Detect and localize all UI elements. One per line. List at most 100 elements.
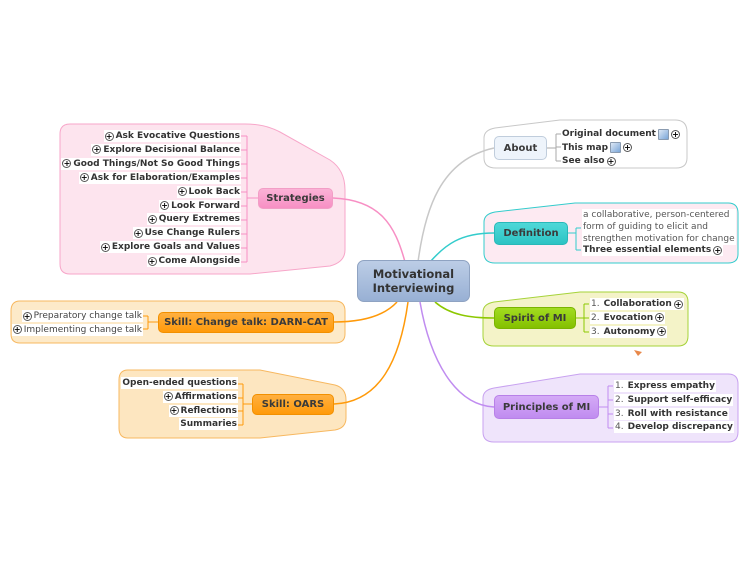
item-number: 1. [591, 299, 600, 309]
principles-item[interactable]: 3. Roll with resistance [614, 407, 729, 420]
strategies-item[interactable]: + Look Back [176, 185, 241, 198]
item-label: Reflections [180, 405, 237, 416]
expand-plus-icon[interactable]: + [12, 325, 22, 334]
expand-plus-icon[interactable]: + [92, 145, 102, 155]
item-label: Summaries [180, 419, 237, 430]
expand-plus-icon[interactable]: + [100, 242, 110, 252]
item-label: Autonomy [603, 326, 656, 337]
topic-darn-cat[interactable]: Skill: Change talk: DARN-CAT [158, 312, 334, 333]
expand-plus-icon[interactable]: + [655, 313, 665, 323]
topic-darn-cat-label: Skill: Change talk: DARN-CAT [164, 317, 328, 328]
oars-item[interactable]: Open-ended questions [121, 377, 238, 389]
item-label: Good Things/Not So Good Things [73, 158, 240, 169]
strategies-item[interactable]: + Use Change Rulers [132, 227, 241, 240]
item-label: Preparatory change talk [33, 311, 142, 321]
item-label: Use Change Rulers [144, 228, 240, 239]
expand-plus-icon[interactable]: + [163, 392, 173, 402]
expand-plus-icon[interactable]: + [147, 256, 157, 266]
principles-item[interactable]: 1. Express empathy [614, 380, 716, 392]
topic-strategies[interactable]: Strategies [258, 188, 333, 209]
spirit-item[interactable]: 3. Autonomy + [590, 325, 668, 338]
strategies-item[interactable]: + Look Forward [159, 199, 241, 212]
item-label: Ask for Elaboration/Examples [90, 172, 240, 183]
topic-spirit-label: Spirit of MI [503, 312, 567, 324]
central-topic-line1: Motivational [372, 267, 455, 281]
strategies-item[interactable]: + Good Things/Not So Good Things [61, 157, 241, 170]
strategies-item[interactable]: + Query Extremes [146, 213, 241, 226]
expand-plus-icon[interactable]: + [147, 214, 157, 224]
item-number: 3. [615, 408, 624, 419]
item-label: Support self-efficacy [627, 394, 733, 405]
central-topic[interactable]: Motivational Interviewing [357, 260, 470, 302]
definition-text-line: form of guiding to elicit and [583, 222, 708, 232]
strategies-item[interactable]: + Explore Decisional Balance [91, 143, 241, 156]
expand-plus-icon[interactable]: + [104, 131, 114, 141]
topic-oars[interactable]: Skill: OARS [252, 394, 334, 415]
topic-about-label: About [503, 142, 538, 154]
about-item[interactable]: Original document + [561, 128, 681, 140]
item-label: Original document [562, 129, 656, 139]
expand-plus-icon[interactable]: + [79, 173, 89, 183]
expand-plus-icon[interactable]: + [177, 187, 187, 197]
item-label: Look Forward [171, 200, 240, 211]
branch-about [417, 147, 495, 263]
oars-item[interactable]: Summaries [179, 418, 238, 431]
expand-plus-icon[interactable]: + [670, 129, 680, 139]
item-number: 1. [615, 381, 624, 391]
item-label: Open-ended questions [122, 378, 237, 388]
spirit-item[interactable]: 2. Evocation + [590, 311, 666, 324]
topic-principles-label: Principles of MI [502, 401, 591, 413]
item-label: Explore Decisional Balance [103, 144, 240, 155]
definition-text-line: a collaborative, person-centered [583, 210, 730, 220]
topic-about[interactable]: About [494, 136, 547, 160]
item-label: See also [562, 156, 605, 166]
about-item[interactable]: This map + [561, 141, 634, 154]
item-number: 2. [591, 312, 600, 323]
expand-plus-icon[interactable]: + [169, 406, 179, 416]
item-label: Query Extremes [158, 214, 240, 225]
strategies-item[interactable]: + Explore Goals and Values [99, 241, 241, 254]
oars-item[interactable]: + Reflections [168, 404, 238, 417]
topic-definition[interactable]: Definition [494, 222, 568, 245]
topic-strategies-label: Strategies [266, 193, 325, 204]
item-number: 3. [591, 326, 600, 337]
item-number: 4. [615, 422, 624, 433]
definition-text: a collaborative, person-centered form of… [582, 209, 736, 245]
flag-marker-icon [634, 350, 642, 356]
strategies-item[interactable]: + Ask Evocative Questions [103, 130, 241, 142]
item-label: Affirmations [174, 391, 237, 402]
item-number: 2. [615, 394, 624, 405]
note-icon[interactable] [610, 142, 622, 153]
principles-item[interactable]: 4. Develop discrepancy [614, 421, 734, 434]
item-label: Roll with resistance [627, 408, 728, 419]
darn-item[interactable]: + Preparatory change talk [21, 310, 143, 322]
expand-plus-icon[interactable]: + [623, 143, 633, 152]
strategies-item[interactable]: + Come Alongside [146, 255, 241, 268]
spirit-item[interactable]: 1. Collaboration + [590, 298, 684, 310]
darn-item[interactable]: + Implementing change talk [11, 323, 143, 336]
item-label: Look Back [188, 186, 240, 197]
topic-spirit[interactable]: Spirit of MI [494, 307, 576, 329]
expand-plus-icon[interactable]: + [62, 159, 72, 169]
expand-plus-icon[interactable]: + [133, 228, 143, 238]
expand-plus-icon[interactable]: + [673, 299, 683, 309]
item-label: Implementing change talk [23, 324, 142, 335]
item-label: Collaboration [603, 299, 672, 309]
item-label: Come Alongside [158, 256, 240, 267]
about-item[interactable]: See also + [561, 155, 617, 167]
expand-plus-icon[interactable]: + [160, 201, 170, 210]
topic-definition-label: Definition [503, 228, 559, 239]
strategies-item[interactable]: + Ask for Elaboration/Examples [78, 171, 241, 184]
expand-plus-icon[interactable]: + [713, 245, 723, 255]
expand-plus-icon[interactable]: + [657, 327, 667, 337]
definition-item-three-essential-elements[interactable]: Three essential elements + [582, 244, 724, 256]
oars-item[interactable]: + Affirmations [162, 390, 238, 403]
expand-plus-icon[interactable]: + [606, 156, 616, 166]
item-label: This map [562, 142, 609, 153]
topic-oars-label: Skill: OARS [261, 399, 325, 410]
principles-item[interactable]: 2. Support self-efficacy [614, 393, 734, 406]
topic-principles[interactable]: Principles of MI [494, 395, 599, 419]
expand-plus-icon[interactable]: + [22, 311, 32, 321]
note-icon[interactable] [657, 128, 669, 140]
item-label: Ask Evocative Questions [115, 131, 240, 141]
